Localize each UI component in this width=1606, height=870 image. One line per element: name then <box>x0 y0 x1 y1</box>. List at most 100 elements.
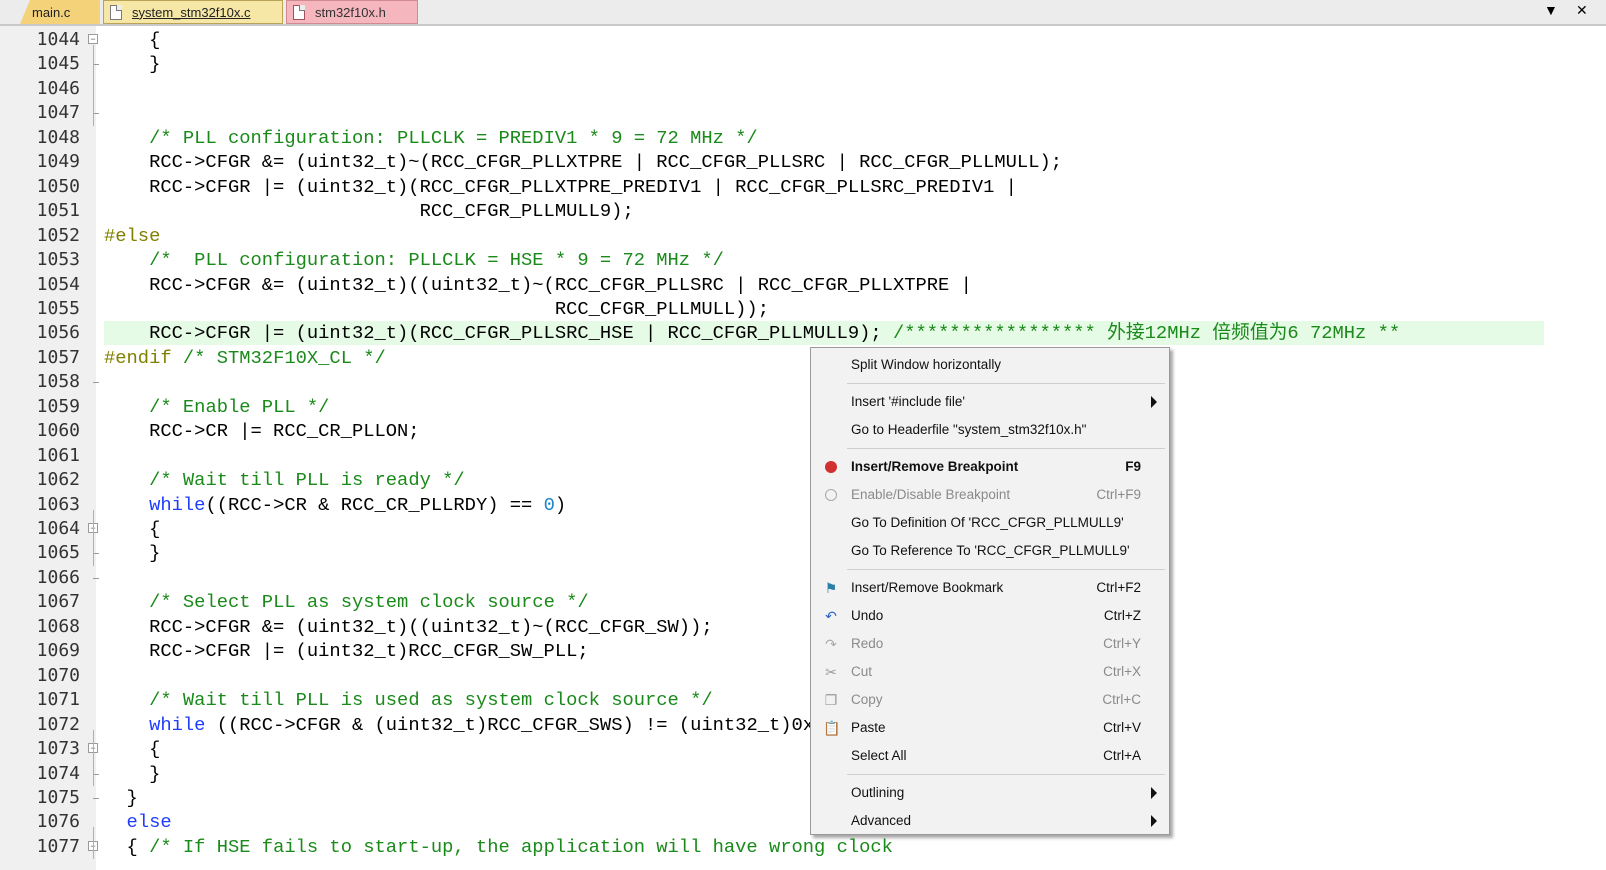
tab-dropdown-icon[interactable]: ▼ <box>1544 2 1558 18</box>
code-line[interactable]: 1072 while ((RCC->CFGR & (uint32_t)RCC_C… <box>0 713 1606 738</box>
code-line[interactable]: 1060 RCC->CR |= RCC_CR_PLLON; <box>0 419 1606 444</box>
code-line[interactable]: 1063 while((RCC->CR & RCC_CR_PLLRDY) == … <box>0 493 1606 518</box>
menu-item-outlining[interactable]: Outlining <box>811 779 1169 806</box>
code-text: RCC->CR |= RCC_CR_PLLON; <box>104 420 420 443</box>
code-line[interactable]: 1066 <box>0 566 1606 591</box>
menu-item-label: Enable/Disable Breakpoint <box>851 487 1011 502</box>
menu-item-go-to-definition-of-rcc-cfgr-pllmull9[interactable]: Go To Definition Of 'RCC_CFGR_PLLMULL9' <box>811 509 1169 536</box>
code-text: RCC->CFGR &= (uint32_t)((uint32_t)~(RCC_… <box>104 273 972 296</box>
code-line[interactable]: 1073− { <box>0 737 1606 762</box>
menu-item-insert-include-file[interactable]: Insert '#include file' <box>811 388 1169 415</box>
line-number: 1066 <box>36 566 80 588</box>
code-text: RCC->CFGR |= (uint32_t)(RCC_CFGR_PLLXTPR… <box>104 175 1017 198</box>
menu-item-go-to-reference-to-rcc-cfgr-pllmull9[interactable]: Go To Reference To 'RCC_CFGR_PLLMULL9' <box>811 537 1169 564</box>
menu-item-split-window-horizontally[interactable]: Split Window horizontally <box>811 351 1169 378</box>
menu-separator <box>847 774 1165 775</box>
fold-toggle-icon[interactable]: − <box>88 34 98 44</box>
menu-item-redo[interactable]: ↷ Redo Ctrl+Y <box>811 630 1169 657</box>
menu-item-insert-remove-bookmark[interactable]: ⚑ Insert/Remove Bookmark Ctrl+F2 <box>811 574 1169 601</box>
line-number: 1046 <box>36 77 80 99</box>
tab-stm32f10x-h[interactable]: stm32f10x.h <box>286 0 418 24</box>
menu-item-cut[interactable]: ✂ Cut Ctrl+X <box>811 658 1169 685</box>
code-line[interactable]: 1056 RCC->CFGR |= (uint32_t)(RCC_CFGR_PL… <box>0 321 1606 346</box>
line-number: 1060 <box>36 420 80 442</box>
code-line[interactable]: 1074 } <box>0 762 1606 787</box>
line-number: 1044 <box>36 29 80 50</box>
code-line[interactable]: 1045 } <box>0 52 1606 77</box>
menu-item-label: Select All <box>851 748 907 763</box>
code-line[interactable]: 1069 RCC->CFGR |= (uint32_t)RCC_CFGR_SW_… <box>0 639 1606 664</box>
bookmark-icon: ⚑ <box>824 580 838 596</box>
menu-item-enable-disable-breakpoint[interactable]: Enable/Disable Breakpoint Ctrl+F9 <box>811 481 1169 508</box>
code-line[interactable]: 1052 #else <box>0 224 1606 249</box>
cut-icon: ✂ <box>825 664 837 680</box>
menu-item-label: Redo <box>851 636 884 651</box>
menu-item-label: Cut <box>851 664 873 679</box>
code-line[interactable]: 1055 RCC_CFGR_PLLMULL)); <box>0 297 1606 322</box>
code-line[interactable]: 1057 #endif /* STM32F10X_CL */ <box>0 346 1606 371</box>
menu-item-shortcut: Ctrl+V <box>1103 720 1141 735</box>
code-line[interactable]: 1044− { <box>0 28 1606 53</box>
menu-separator <box>847 448 1165 449</box>
menu-item-insert-remove-breakpoint[interactable]: Insert/Remove Breakpoint F9 <box>811 453 1169 480</box>
code-text: /* PLL configuration: PLLCLK = PREDIV1 *… <box>149 126 758 149</box>
code-text: { <box>104 29 161 51</box>
code-line[interactable]: 1054 RCC->CFGR &= (uint32_t)((uint32_t)~… <box>0 273 1606 298</box>
code-text: } <box>104 542 161 565</box>
menu-item-undo[interactable]: ↶ Undo Ctrl+Z <box>811 602 1169 629</box>
tab-main-c[interactable]: main.c <box>20 0 100 24</box>
line-number: 1047 <box>36 102 80 124</box>
menu-item-label: Insert '#include file' <box>851 394 965 409</box>
line-number: 1068 <box>36 615 80 637</box>
tab-label: stm32f10x.h <box>315 4 386 20</box>
line-number: 1061 <box>36 444 80 466</box>
menu-item-label: Split Window horizontally <box>851 357 1002 372</box>
submenu-arrow-icon <box>1151 787 1157 799</box>
code-line[interactable]: 1067 /* Select PLL as system clock sourc… <box>0 590 1606 615</box>
code-line[interactable]: 1051 RCC_CFGR_PLLMULL9); <box>0 199 1606 224</box>
fold-end-marker <box>93 382 99 384</box>
code-line[interactable]: 1050 RCC->CFGR |= (uint32_t)(RCC_CFGR_PL… <box>0 175 1606 200</box>
menu-item-select-all[interactable]: Select All Ctrl+A <box>811 742 1169 769</box>
code-editor[interactable]: 1044− {1045 } 1046 1047 1048 /* PLL configu… <box>0 26 1606 870</box>
menu-item-shortcut: F9 <box>1125 459 1141 474</box>
close-icon[interactable]: ✕ <box>1576 2 1588 19</box>
code-line[interactable]: 1049 RCC->CFGR &= (uint32_t)~(RCC_CFGR_P… <box>0 150 1606 175</box>
code-line[interactable]: 1076 else <box>0 810 1606 835</box>
menu-item-shortcut: Ctrl+Y <box>1103 636 1141 651</box>
code-line[interactable]: 1059 /* Enable PLL */ <box>0 395 1606 420</box>
code-line[interactable]: 1061 <box>0 444 1606 469</box>
code-line[interactable]: 1053 /* PLL configuration: PLLCLK = HSE … <box>0 248 1606 273</box>
code-line[interactable]: 1058 <box>0 370 1606 395</box>
code-line[interactable]: 1046 <box>0 77 1606 102</box>
menu-item-go-to-headerfile-system-stm32f10x-h[interactable]: Go to Headerfile "system_stm32f10x.h" <box>811 416 1169 443</box>
line-number: 1075 <box>36 786 80 808</box>
menu-item-copy[interactable]: ❐ Copy Ctrl+C <box>811 686 1169 713</box>
line-number: 1076 <box>36 811 80 833</box>
line-number: 1054 <box>36 273 80 295</box>
code-line[interactable]: 1068 RCC->CFGR &= (uint32_t)((uint32_t)~… <box>0 615 1606 640</box>
code-text: while ((RCC->CFGR & (uint32_t)RCC_CFGR_S… <box>149 713 848 736</box>
breakpoint-outline-icon <box>823 487 839 503</box>
code-line[interactable]: 1071 /* Wait till PLL is used as system … <box>0 688 1606 713</box>
code-text: /* Select PLL as system clock source */ <box>149 591 589 614</box>
code-line[interactable]: 1047 <box>0 101 1606 126</box>
paste-icon: 📋 <box>823 720 841 736</box>
code-line[interactable]: 1062 /* Wait till PLL is ready */ <box>0 468 1606 493</box>
tab-system-stm32f10x-c[interactable]: system_stm32f10x.c <box>103 0 283 24</box>
code-line[interactable]: 1075 } <box>0 786 1606 811</box>
code-text: /* Wait till PLL is used as system clock… <box>149 689 713 712</box>
code-line[interactable]: 1064− { <box>0 517 1606 542</box>
line-number: 1059 <box>36 395 80 417</box>
code-line[interactable]: 1048 /* PLL configuration: PLLCLK = PRED… <box>0 126 1606 151</box>
fold-guide <box>93 827 94 860</box>
line-number: 1045 <box>36 53 80 75</box>
menu-item-label: Paste <box>851 720 886 735</box>
code-line[interactable]: 1077− { /* If HSE fails to start-up, the… <box>0 835 1606 860</box>
code-line[interactable]: 1070 <box>0 664 1606 689</box>
line-number: 1048 <box>36 126 80 148</box>
code-text: RCC->CFGR &= (uint32_t)~(RCC_CFGR_PLLXTP… <box>104 151 1062 174</box>
menu-item-advanced[interactable]: Advanced <box>811 807 1169 834</box>
code-line[interactable]: 1065 } <box>0 541 1606 566</box>
menu-item-paste[interactable]: 📋 Paste Ctrl+V <box>811 714 1169 741</box>
